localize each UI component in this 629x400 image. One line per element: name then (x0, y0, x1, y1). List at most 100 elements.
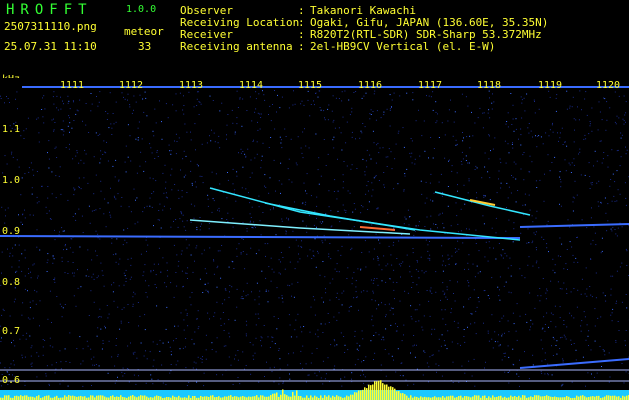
noise-dot (48, 167, 50, 169)
noise-dot (433, 148, 435, 149)
noise-dot (71, 127, 73, 129)
noise-dot (93, 193, 95, 195)
noise-dot (445, 296, 447, 298)
noise-dot (95, 230, 97, 232)
noise-dot (365, 160, 367, 162)
noise-dot (176, 254, 178, 256)
noise-dot (488, 241, 490, 243)
noise-dot (494, 331, 496, 333)
noise-dot (20, 194, 22, 196)
noise-dot (84, 149, 86, 151)
noise-dot (88, 205, 90, 207)
noise-dot (202, 292, 204, 293)
noise-dot (175, 219, 177, 220)
noise-dot (266, 361, 267, 363)
noise-dot (593, 226, 595, 228)
noise-dot (194, 331, 196, 333)
noise-dot (297, 261, 299, 263)
noise-dot (604, 354, 606, 356)
noise-dot (363, 382, 365, 384)
level-bar (544, 396, 546, 400)
noise-dot (309, 115, 311, 117)
noise-dot (85, 275, 87, 277)
noise-dot (111, 238, 113, 239)
noise-dot (286, 217, 288, 219)
noise-dot (503, 315, 505, 317)
noise-dot (226, 219, 228, 220)
noise-dot (513, 130, 515, 132)
noise-dot (4, 367, 6, 369)
noise-dot (463, 336, 465, 337)
noise-dot (104, 198, 106, 200)
noise-dot (366, 384, 368, 386)
noise-dot (150, 270, 152, 272)
noise-dot (302, 220, 304, 222)
noise-dot (82, 232, 84, 233)
noise-dot (75, 305, 77, 307)
noise-dot (63, 249, 64, 251)
noise-dot (317, 252, 319, 254)
noise-dot (242, 222, 244, 224)
noise-dot (183, 319, 185, 321)
level-bar (22, 396, 24, 400)
noise-dot (551, 162, 553, 163)
noise-dot (460, 230, 462, 232)
noise-dot (455, 202, 457, 204)
noise-dot (55, 197, 57, 199)
noise-dot (564, 159, 566, 161)
noise-dot (82, 385, 84, 387)
noise-dot (297, 281, 299, 283)
noise-dot (428, 95, 430, 97)
noise-dot (327, 153, 329, 155)
noise-dot (251, 206, 253, 208)
noise-dot (278, 348, 280, 350)
noise-dot (222, 374, 224, 376)
level-bar (476, 395, 478, 400)
level-bar (26, 395, 28, 400)
noise-dot (403, 189, 405, 191)
noise-dot (20, 221, 22, 223)
noise-dot (447, 258, 449, 260)
noise-dot (27, 290, 28, 292)
noise-dot (316, 226, 317, 228)
noise-dot (24, 257, 26, 259)
noise-dot (212, 198, 214, 200)
noise-dot (351, 247, 353, 249)
noise-dot (531, 161, 533, 163)
noise-dot (309, 249, 311, 251)
noise-dot (188, 381, 190, 383)
noise-dot (232, 261, 234, 263)
noise-dot (378, 152, 380, 154)
noise-dot (151, 206, 153, 208)
noise-dot (579, 151, 581, 153)
noise-dot (451, 170, 453, 172)
noise-dot (256, 141, 258, 143)
noise-dot (619, 165, 621, 167)
noise-dot (591, 373, 592, 375)
noise-dot (377, 284, 379, 286)
noise-dot (373, 177, 375, 179)
noise-dot (388, 303, 390, 305)
noise-dot (73, 275, 75, 277)
noise-dot (100, 262, 102, 264)
noise-dot (349, 192, 351, 194)
noise-dot (614, 229, 616, 230)
noise-dot (216, 267, 218, 269)
noise-dot (489, 117, 491, 119)
noise-dot (305, 363, 307, 365)
noise-dot (96, 96, 97, 97)
noise-dot (435, 122, 437, 124)
noise-dot (365, 193, 367, 195)
noise-dot (586, 227, 588, 229)
noise-dot (373, 93, 375, 95)
noise-dot (260, 159, 262, 161)
noise-dot (625, 371, 627, 373)
noise-dot (127, 99, 128, 101)
noise-dot (451, 255, 453, 257)
noise-dot (323, 110, 325, 112)
noise-dot (9, 252, 11, 254)
noise-dot (581, 278, 583, 280)
noise-dot (461, 163, 463, 165)
noise-dot (220, 277, 222, 279)
noise-dot (536, 135, 538, 137)
